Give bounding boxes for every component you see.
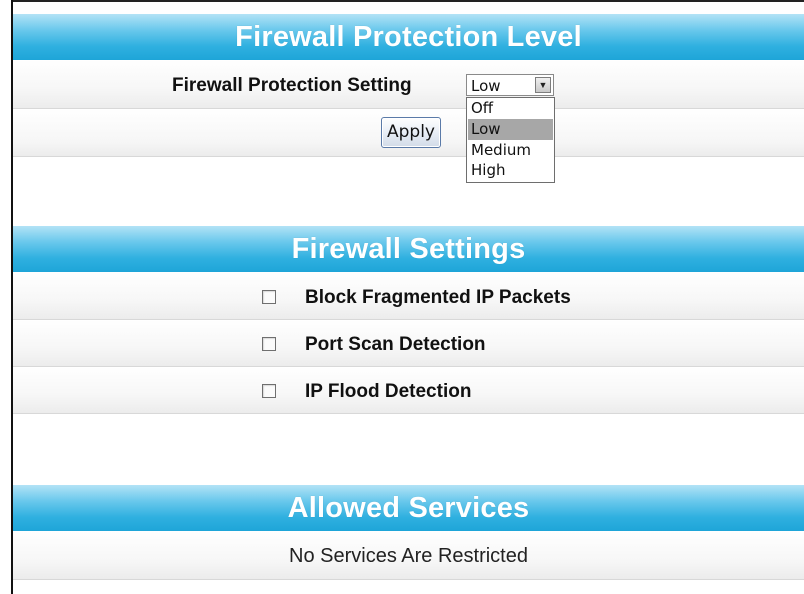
protection-level-dropdown[interactable]: Off Low Medium High	[466, 97, 555, 183]
allowed-services-header: Allowed Services	[13, 485, 804, 531]
firewall-settings-header: Firewall Settings	[13, 226, 804, 272]
dropdown-option-low[interactable]: Low	[468, 119, 553, 140]
port-scan-checkbox[interactable]	[262, 337, 276, 351]
dropdown-option-off[interactable]: Off	[468, 98, 553, 119]
settings-row-ip-flood: IP Flood Detection	[13, 367, 804, 414]
block-fragmented-label: Block Fragmented IP Packets	[305, 287, 571, 308]
settings-row-port-scan: Port Scan Detection	[13, 320, 804, 367]
allowed-services-row: No Services Are Restricted	[13, 531, 804, 580]
firewall-page: Firewall Protection Level Firewall Prote…	[0, 0, 804, 594]
ip-flood-label: IP Flood Detection	[305, 381, 472, 402]
port-scan-label: Port Scan Detection	[305, 334, 486, 355]
apply-button[interactable]: Apply	[381, 117, 441, 148]
protection-setting-row: Firewall Protection Setting	[13, 60, 804, 109]
block-fragmented-checkbox[interactable]	[262, 290, 276, 304]
dropdown-option-medium[interactable]: Medium	[468, 140, 553, 161]
allowed-services-status: No Services Are Restricted	[289, 545, 528, 567]
top-border	[11, 0, 804, 2]
protection-level-select[interactable]: Low ▼	[466, 74, 554, 96]
chevron-down-icon[interactable]: ▼	[535, 77, 551, 93]
ip-flood-checkbox[interactable]	[262, 384, 276, 398]
protection-level-selected-value: Low	[471, 77, 501, 95]
protection-setting-label: Firewall Protection Setting	[172, 75, 412, 96]
dropdown-option-high[interactable]: High	[468, 160, 553, 181]
settings-row-block-fragmented: Block Fragmented IP Packets	[13, 272, 804, 320]
firewall-protection-level-header: Firewall Protection Level	[13, 14, 804, 60]
